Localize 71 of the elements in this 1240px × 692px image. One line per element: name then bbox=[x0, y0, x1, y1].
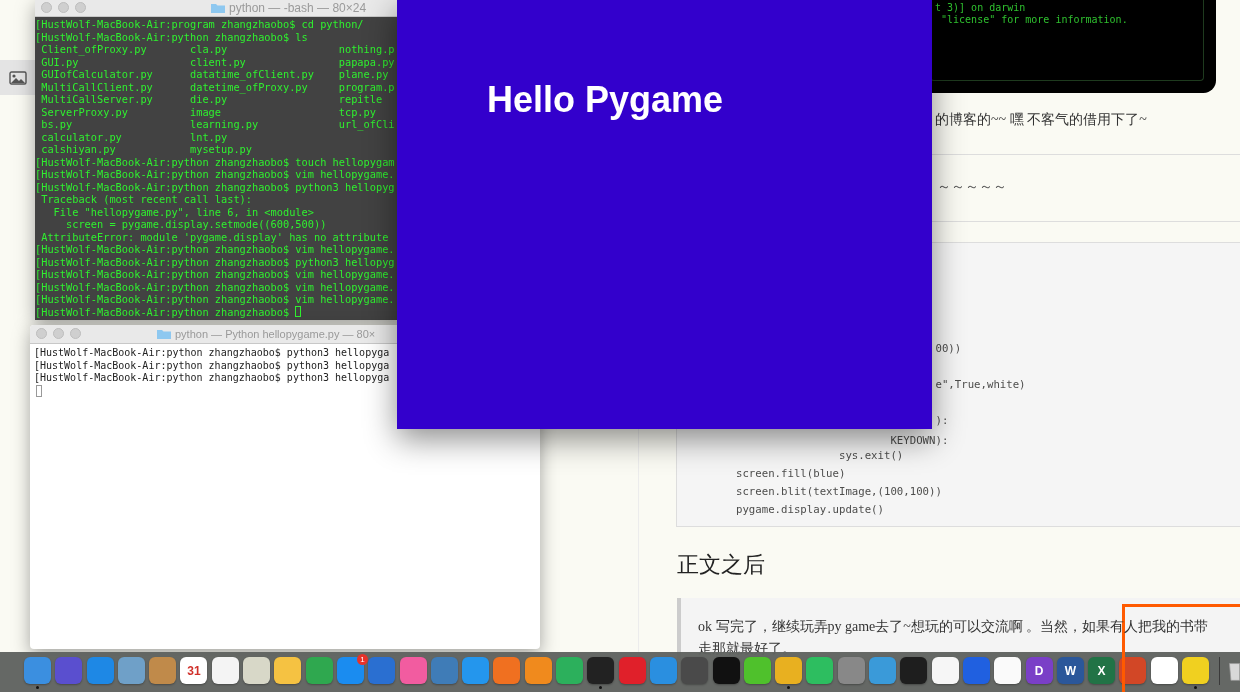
terminal-line: AttributeError: module 'pygame.display' has no attribute bbox=[40, 230, 389, 243]
terminal-line: [HustWolf-MacBook-Air:python zhangzhaobo$ vim hellopygame. bbox=[35, 243, 395, 256]
app-icon[interactable] bbox=[524, 657, 552, 684]
app-icon[interactable] bbox=[1182, 657, 1209, 684]
terminal-line: bs.py learning.py url_ofCli bbox=[40, 118, 395, 131]
window-control[interactable] bbox=[58, 2, 69, 13]
terminal-line: MultiCallServer.py die.py repitle bbox=[40, 93, 383, 106]
terminal-line: [HustWolf-MacBook-Air:python zhangzhaobo$ vim hellopygame. bbox=[35, 280, 395, 293]
app-icon[interactable] bbox=[994, 657, 1022, 684]
paragraph-text: ～～～～～ bbox=[936, 178, 1008, 196]
app-icon[interactable] bbox=[806, 657, 834, 684]
terminal-line: GUI.py client.py papapa.py bbox=[40, 55, 395, 68]
app-icon[interactable] bbox=[274, 657, 302, 684]
window-control[interactable] bbox=[75, 2, 86, 13]
code-line: 00)) bbox=[934, 341, 962, 357]
terminal-line: [HustWolf-MacBook-Air:python zhangzhaobo$ python3 hellopyg bbox=[35, 255, 395, 268]
notification-badge: 1 bbox=[356, 654, 368, 665]
app-icon[interactable] bbox=[900, 657, 928, 684]
app-icon[interactable]: W bbox=[1056, 657, 1084, 684]
window-title: python — Python hellopygame.py — 80× bbox=[175, 328, 376, 340]
folder-icon bbox=[156, 328, 172, 340]
code-line: pygame.display.update() bbox=[736, 502, 884, 519]
image-icon bbox=[8, 70, 27, 85]
window-control[interactable] bbox=[36, 328, 47, 339]
app-icon[interactable] bbox=[1150, 657, 1178, 684]
paragraph-text: 的博客的~~ 嘿 不客气的借用下了~ bbox=[934, 111, 1148, 129]
terminal-line: [HustWolf-MacBook-Air:python zhangzhaobo$ python3 hellopyg bbox=[35, 180, 395, 193]
code-line: screen.blit(textImage,(100,100)) bbox=[736, 484, 942, 501]
app-icon[interactable]: 31 bbox=[180, 657, 208, 684]
app-icon[interactable] bbox=[775, 657, 803, 684]
terminal-line: [HustWolf-MacBook-Air:python zhangzhaobo$ ls bbox=[35, 30, 308, 43]
terminal-line: [HustWolf-MacBook-Air:python zhangzhaobo$ bbox=[35, 305, 290, 318]
app-icon[interactable] bbox=[712, 657, 740, 684]
terminal-line: [HustWolf-MacBook-Air:python zhangzhaobo$ touch hellopygam bbox=[35, 155, 395, 168]
terminal-line: GUIofCalculator.py datatime_ofClient.py plane.py bbox=[40, 68, 389, 81]
window-control[interactable] bbox=[41, 2, 52, 13]
terminal-line: Traceback (most recent call last): bbox=[40, 193, 252, 206]
app-icon[interactable] bbox=[211, 657, 239, 684]
terminal-line: calculator.py lnt.py bbox=[40, 130, 228, 143]
code-line: ): bbox=[934, 412, 949, 429]
code-line: e",True,white) bbox=[934, 376, 1026, 393]
terminal-line: calshiyan.py mysetup.py bbox=[40, 143, 252, 156]
app-icon[interactable] bbox=[243, 657, 271, 684]
code-line: screen.fill(blue) bbox=[736, 466, 846, 483]
app-icon[interactable] bbox=[931, 657, 959, 684]
terminal-line: [HustWolf-MacBook-Air:program zhangzhaobo$ cd python/ bbox=[35, 18, 364, 31]
code-line: KEYDOWN): bbox=[889, 432, 949, 449]
terminal-line: File "hellopygame.py", line 6, in <module> bbox=[52, 205, 314, 218]
window-control[interactable] bbox=[53, 328, 64, 339]
terminal-line: MultiCallClient.py datetime_ofProxy.py program.p bbox=[40, 80, 395, 93]
terminal-line: [HustWolf-MacBook-Air:python zhangzhaobo$ python3 hellopyga bbox=[34, 372, 390, 385]
app-icon[interactable] bbox=[587, 657, 615, 684]
folder-icon bbox=[210, 1, 226, 14]
terminal-line: ServerProxy.py image tcp.py bbox=[40, 105, 376, 118]
terminal-line: screen = pygame.display.setmode((600,500)) bbox=[65, 218, 327, 231]
terminal-line: Client_ofProxy.py cla.py nothing.p bbox=[40, 43, 395, 56]
section-heading: 正文之后 bbox=[677, 551, 765, 580]
terminal-line: [HustWolf-MacBook-Air:python zhangzhaobo$ vim hellopygame. bbox=[35, 293, 395, 306]
code-line: sys.exit() bbox=[837, 448, 904, 465]
app-icon[interactable] bbox=[743, 657, 771, 684]
window-control[interactable] bbox=[70, 328, 81, 339]
terminal-line: [HustWolf-MacBook-Air:python zhangzhaobo$ python3 hellopyga bbox=[34, 359, 390, 372]
terminal-line: [HustWolf-MacBook-Air:python zhangzhaobo$ python3 hellopyga bbox=[34, 347, 390, 360]
terminal-line: [HustWolf-MacBook-Air:python zhangzhaobo$ vim hellopygame. bbox=[35, 268, 395, 281]
terminal-line: "license" for more information. bbox=[940, 14, 1128, 26]
game-text: Hello Pygame bbox=[487, 80, 724, 120]
terminal-line: t 3)] on darwin bbox=[935, 2, 1026, 14]
app-icon[interactable]: X bbox=[1088, 657, 1116, 684]
window-title: python — -bash — 80×24 bbox=[229, 0, 367, 15]
app-icon[interactable]: D bbox=[1025, 657, 1053, 684]
terminal-line: [HustWolf-MacBook-Air:python zhangzhaobo$ vim hellopygame. bbox=[35, 168, 395, 181]
